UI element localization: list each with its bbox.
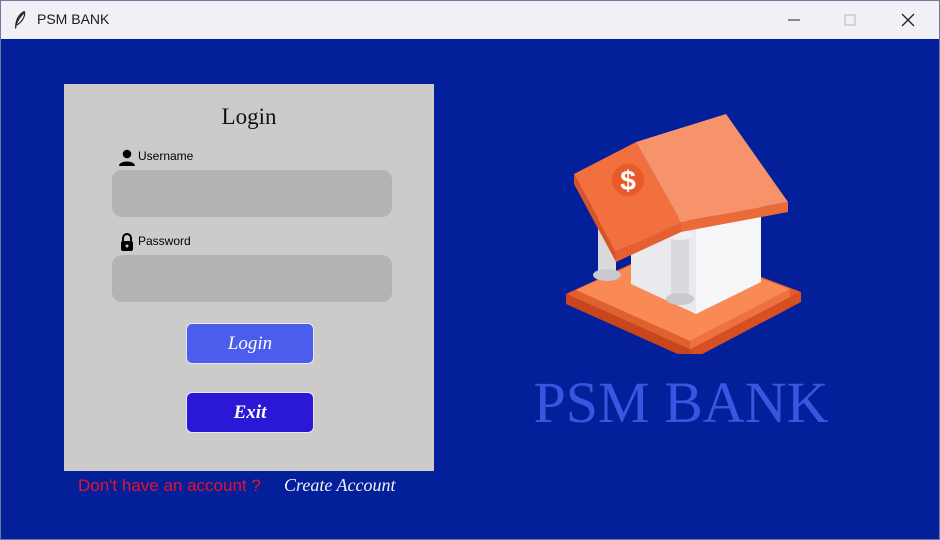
login-title: Login — [221, 104, 277, 129]
app-window: PSM BANK Login Username Password Login E… — [0, 0, 940, 540]
no-account-prompt: Don't have an account ? — [78, 476, 261, 495]
maximize-icon — [844, 14, 856, 26]
password-input[interactable] — [112, 255, 392, 302]
title-bar[interactable]: PSM BANK — [1, 1, 939, 39]
close-icon — [901, 13, 915, 27]
close-button[interactable] — [885, 1, 931, 39]
brand-name: PSM BANK — [533, 370, 829, 435]
feather-icon — [15, 10, 26, 29]
lock-icon — [121, 233, 133, 251]
login-panel: Login Username Password Login Exit — [64, 84, 434, 471]
window-title: PSM BANK — [37, 11, 110, 27]
minimize-button[interactable] — [771, 1, 817, 39]
login-button[interactable]: Login — [186, 323, 314, 364]
username-input[interactable] — [112, 170, 392, 217]
maximize-button[interactable] — [827, 1, 873, 39]
svg-text:$: $ — [620, 165, 636, 196]
create-account-link[interactable]: Create Account — [284, 475, 395, 496]
user-icon — [119, 149, 135, 166]
password-label: Password — [138, 234, 191, 248]
username-label: Username — [138, 149, 194, 163]
main-area: Login Username Password Login Exit Don't… — [1, 39, 939, 539]
bank-building-icon: $ — [566, 114, 801, 354]
minimize-icon — [788, 19, 800, 21]
exit-button[interactable]: Exit — [186, 392, 314, 433]
